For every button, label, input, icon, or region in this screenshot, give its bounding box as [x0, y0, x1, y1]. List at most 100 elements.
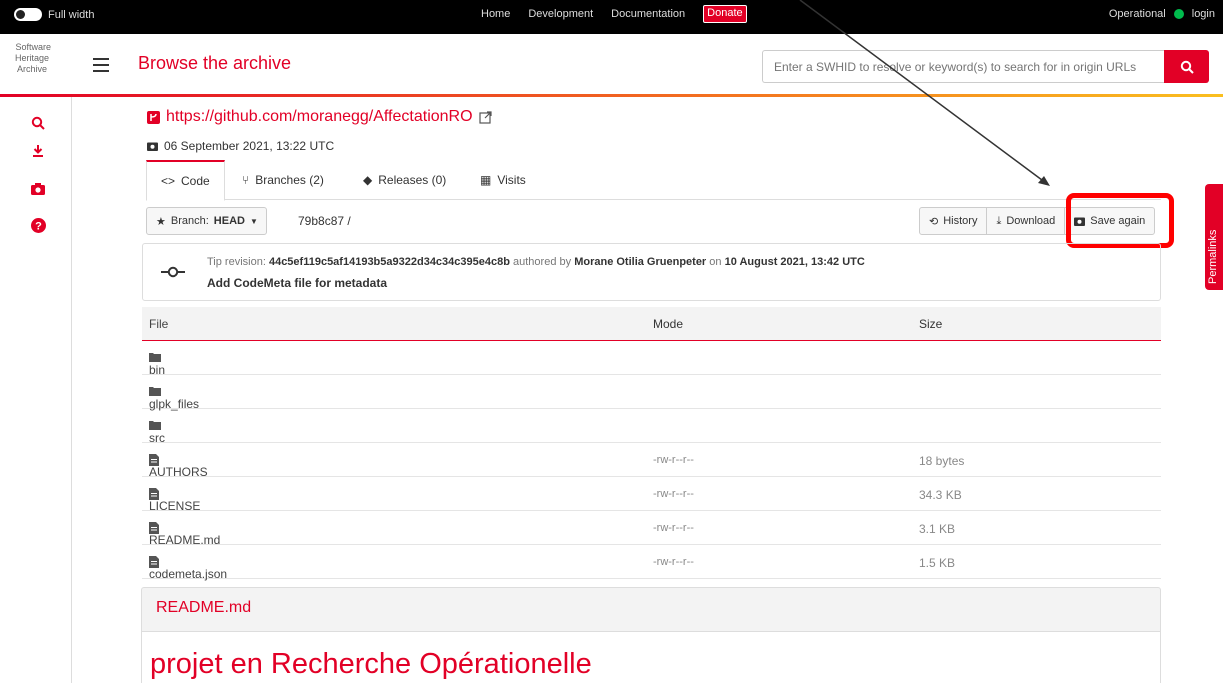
tab-branches[interactable]: ⑂ Branches (2) [228, 160, 338, 200]
full-width-toggle[interactable]: Full width [14, 8, 94, 21]
origin-url[interactable]: https://github.com/moranegg/AffectationR… [166, 108, 473, 126]
branch-prefix: Branch: [170, 215, 209, 227]
file-size: 18 bytes [919, 454, 965, 468]
save-again-label: Save again [1090, 215, 1146, 227]
calendar-icon: ▦ [480, 173, 492, 187]
folder-icon [149, 353, 161, 362]
table-row[interactable]: src [142, 409, 1161, 445]
svg-text:?: ? [35, 220, 42, 232]
sidebar-download-icon[interactable] [29, 142, 47, 160]
table-row[interactable]: glpk_files [142, 375, 1161, 411]
donate-button[interactable]: Donate [703, 5, 747, 23]
camera-icon [1074, 217, 1086, 226]
file-size: 1.5 KB [919, 556, 956, 570]
origin-link[interactable]: https://github.com/moranegg/AffectationR… [147, 108, 492, 126]
tab-code-label: Code [181, 174, 210, 188]
visit-date-text: 06 September 2021, 13:22 UTC [164, 139, 335, 153]
history-icon: ⟲ [929, 215, 939, 228]
camera-icon [147, 142, 158, 151]
file-name[interactable]: codemeta.json [149, 567, 227, 581]
file-mode: -rw-r--r-- [653, 488, 694, 500]
table-row[interactable]: LICENSE -rw-r--r-- 34.3 KB [142, 477, 1161, 513]
top-nav: Home Development Documentation Donate [481, 5, 747, 23]
history-button[interactable]: ⟲ History [919, 207, 988, 235]
permalinks-tab[interactable]: Permalinks [1205, 184, 1223, 290]
tag-icon: ◆ [363, 173, 373, 187]
file-mode: -rw-r--r-- [653, 454, 694, 466]
revision-info: Tip revision: 44c5ef119c5af14193b5a9322d… [207, 256, 865, 268]
table-row[interactable]: bin [142, 341, 1161, 377]
header-gradient-bar [0, 94, 1223, 97]
breadcrumb: 79b8c87 / [298, 214, 351, 228]
external-link-icon[interactable] [478, 110, 492, 124]
download-button[interactable]: ⤓ Download [986, 207, 1066, 235]
header-size[interactable]: Size [919, 317, 942, 331]
star-icon: ★ [156, 215, 166, 228]
nav-home[interactable]: Home [481, 8, 510, 23]
download-label: Download [1006, 215, 1056, 227]
file-name-cell[interactable]: AUTHORS [149, 454, 208, 479]
file-size: 3.1 KB [919, 522, 956, 536]
folder-icon [149, 387, 161, 396]
readme-body: projet en Recherche Opérationelle [141, 632, 1161, 683]
branch-selector[interactable]: ★ Branch: HEAD ▼ [146, 207, 267, 235]
revision-on: on [709, 256, 722, 268]
git-icon [147, 110, 160, 124]
nav-development[interactable]: Development [528, 8, 593, 23]
sidebar-search-icon[interactable] [29, 114, 47, 132]
revision-date: 10 August 2021, 13:42 UTC [724, 256, 865, 268]
revision-hash[interactable]: 44c5ef119c5af14193b5a9322d34c34c395e4c8b [269, 256, 510, 268]
logo-text: Software Heritage Archive [14, 42, 52, 74]
file-table: File Mode Size bin glpk_filessrc AUTHORS -r… [142, 307, 1161, 581]
full-width-label: Full width [48, 8, 95, 21]
file-name-cell[interactable]: README.md [149, 522, 220, 547]
tab-code[interactable]: <> Code [146, 160, 225, 201]
page-title: Browse the archive [138, 53, 292, 73]
tab-visits-label: Visits [497, 173, 526, 187]
readme-title[interactable]: README.md [156, 599, 251, 617]
revision-box: Tip revision: 44c5ef119c5af14193b5a9322d… [142, 243, 1161, 301]
table-row[interactable]: codemeta.json -rw-r--r-- 1.5 KB [142, 545, 1161, 581]
header-file[interactable]: File [149, 317, 168, 331]
file-name-cell[interactable]: codemeta.json [149, 556, 227, 581]
top-right: Operational login [1109, 8, 1215, 20]
revision-author: Morane Otilia Gruenpeter [574, 256, 707, 268]
tab-visits[interactable]: ▦ Visits [466, 160, 540, 200]
sidebar-help-icon[interactable]: ? [29, 216, 47, 234]
file-name-cell[interactable]: glpk_files [149, 386, 199, 411]
login-link[interactable]: login [1192, 8, 1215, 20]
sidebar-camera-icon[interactable] [29, 180, 47, 198]
file-name-cell[interactable]: src [149, 420, 165, 445]
tab-releases[interactable]: ◆ Releases (0) [349, 160, 460, 200]
revision-authored-by: authored by [513, 256, 572, 268]
commit-icon [161, 266, 185, 278]
branch-name: HEAD [213, 215, 245, 227]
file-mode: -rw-r--r-- [653, 556, 694, 568]
search-button[interactable] [1164, 50, 1209, 83]
header-mode[interactable]: Mode [653, 317, 683, 331]
readme-heading: projet en Recherche Opérationelle [150, 648, 592, 680]
top-bar: Full width Home Development Documentatio… [0, 0, 1223, 34]
revision-message[interactable]: Add CodeMeta file for metadata [207, 276, 387, 290]
nav-documentation[interactable]: Documentation [611, 8, 685, 23]
sidebar: ? [0, 97, 72, 683]
tab-branches-label: Branches (2) [255, 173, 324, 187]
toggle-switch[interactable] [14, 8, 42, 21]
save-again-button[interactable]: Save again [1064, 207, 1156, 235]
code-icon: <> [161, 174, 176, 188]
search-input[interactable] [762, 50, 1164, 83]
table-row[interactable]: README.md -rw-r--r-- 3.1 KB [142, 511, 1161, 547]
revision-prefix: Tip revision: [207, 256, 266, 268]
table-row[interactable]: AUTHORS -rw-r--r-- 18 bytes [142, 443, 1161, 479]
file-name-cell[interactable]: bin [149, 352, 165, 377]
download-icon: ⤓ [996, 214, 1002, 227]
file-name-cell[interactable]: LICENSE [149, 488, 200, 513]
permalinks-label: Permalinks [1207, 229, 1219, 284]
search-icon [1180, 60, 1194, 74]
branch-icon: ⑂ [242, 173, 250, 187]
table-header: File Mode Size [142, 307, 1161, 341]
file-mode: -rw-r--r-- [653, 522, 694, 534]
status-label[interactable]: Operational [1109, 8, 1166, 20]
logo[interactable]: Software Heritage Archive [4, 42, 60, 75]
menu-icon[interactable] [93, 58, 109, 76]
